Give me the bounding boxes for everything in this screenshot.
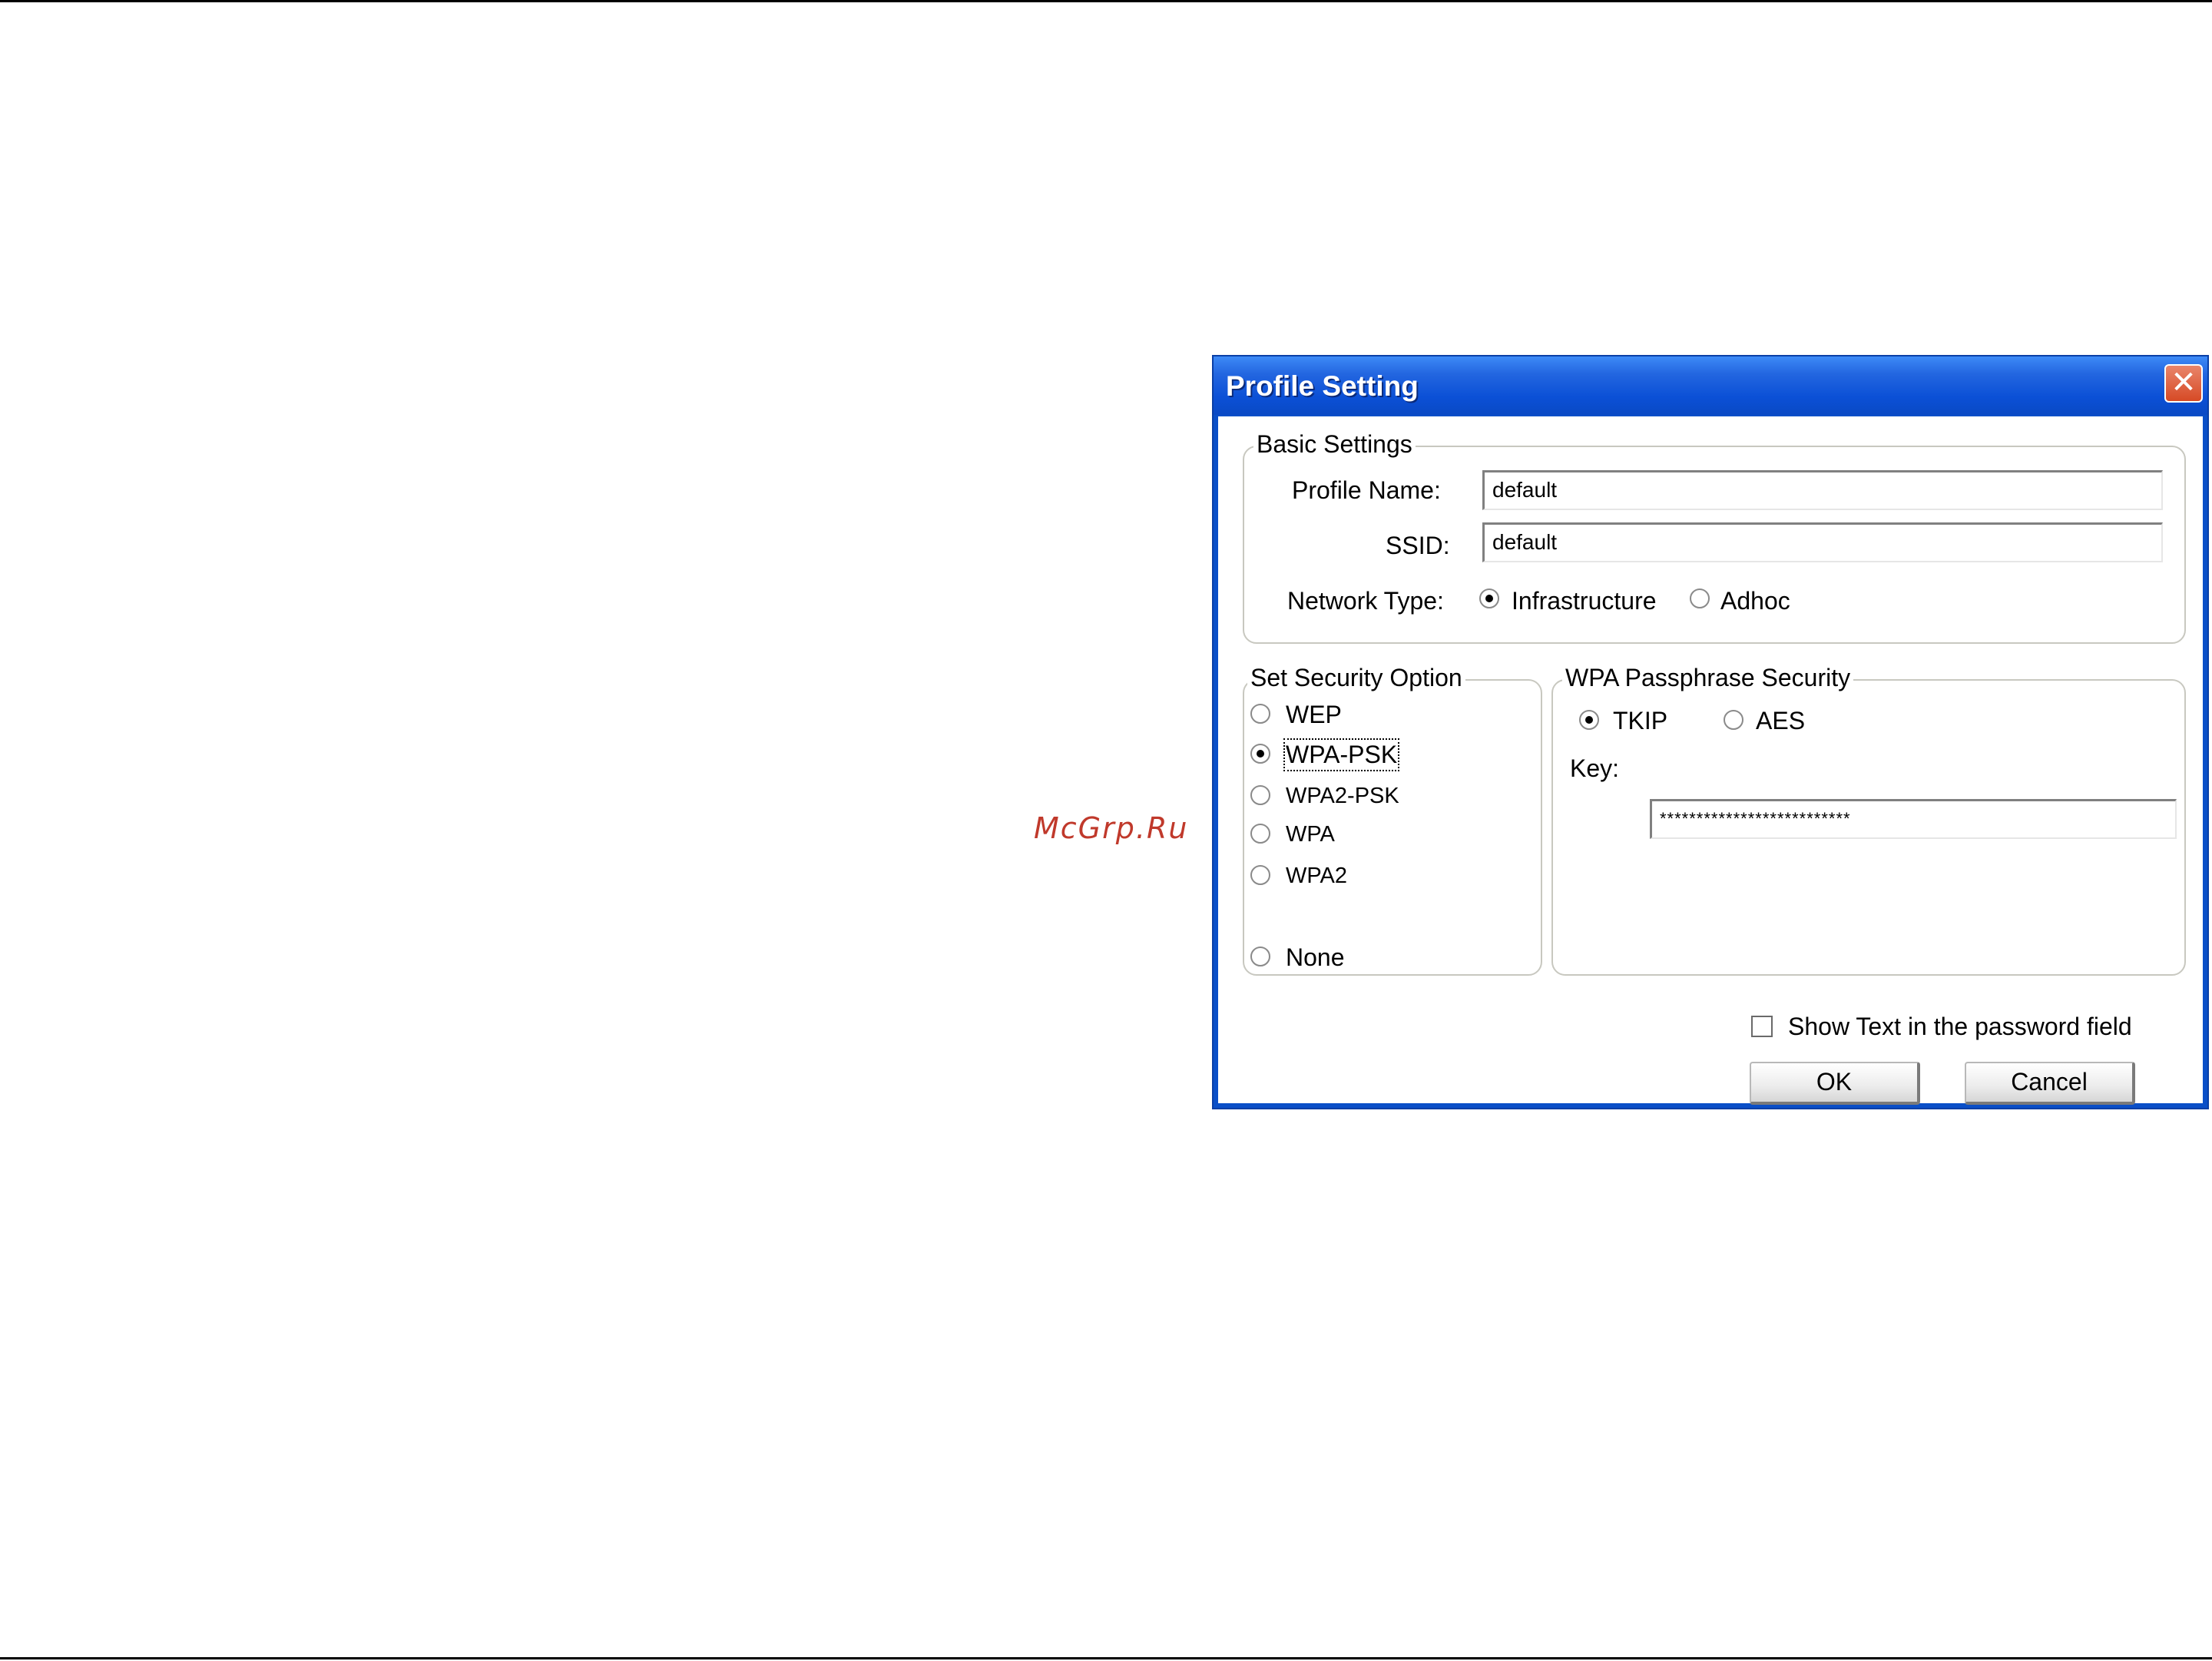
close-icon[interactable]: ✕ (2164, 364, 2203, 403)
wpa-passphrase-group: WPA Passphrase Security TKIP AES Key: **… (1551, 664, 2186, 976)
aes-radio[interactable] (1724, 710, 1743, 730)
profile-name-input[interactable]: default (1482, 470, 2163, 510)
wpa-label[interactable]: WPA (1286, 822, 1335, 847)
top-rule (0, 0, 2212, 2)
security-option-legend: Set Security Option (1247, 664, 1465, 692)
tkip-label[interactable]: TKIP (1613, 707, 1667, 735)
key-input[interactable]: ************************** (1650, 799, 2177, 839)
wpa2-psk-radio[interactable] (1250, 785, 1270, 805)
show-text-label[interactable]: Show Text in the password field (1788, 1013, 2132, 1041)
ssid-input[interactable]: default (1482, 522, 2163, 562)
adhoc-label[interactable]: Adhoc (1720, 587, 1790, 615)
security-option-group: Set Security Option WEP WPA-PSK WPA2-PSK… (1243, 664, 1542, 976)
none-radio[interactable] (1250, 947, 1270, 966)
aes-label[interactable]: AES (1756, 707, 1805, 735)
tkip-radio[interactable] (1579, 710, 1599, 730)
wpa2-label[interactable]: WPA2 (1286, 864, 1347, 889)
wep-radio[interactable] (1250, 704, 1270, 724)
infrastructure-label[interactable]: Infrastructure (1512, 587, 1657, 615)
dialog-title: Profile Setting (1226, 370, 1419, 402)
adhoc-radio[interactable] (1690, 588, 1710, 608)
none-label[interactable]: None (1286, 943, 1345, 972)
wpa2-radio[interactable] (1250, 865, 1270, 885)
infrastructure-radio[interactable] (1479, 588, 1499, 608)
wpa-psk-label[interactable]: WPA-PSK (1283, 738, 1400, 771)
dialog-body: Basic Settings Profile Name: default SSI… (1218, 416, 2203, 1105)
key-label: Key: (1570, 754, 1620, 782)
basic-settings-group: Basic Settings Profile Name: default SSI… (1243, 430, 2186, 644)
ok-button[interactable]: OK (1750, 1062, 1920, 1105)
show-text-checkbox[interactable] (1751, 1016, 1773, 1037)
wpa-psk-radio[interactable] (1250, 744, 1270, 764)
wpa-radio[interactable] (1250, 824, 1270, 844)
cancel-button[interactable]: Cancel (1965, 1062, 2135, 1105)
wep-label[interactable]: WEP (1286, 701, 1342, 729)
wpa-passphrase-legend: WPA Passphrase Security (1562, 664, 1854, 692)
watermark-text: McGrp.Ru (1034, 811, 1189, 845)
wpa2-psk-label[interactable]: WPA2-PSK (1286, 784, 1399, 809)
profile-name-label: Profile Name: (1292, 476, 1441, 504)
network-type-label: Network Type: (1287, 587, 1444, 615)
profile-setting-dialog: Profile Setting ✕ Basic Settings Profile… (1212, 355, 2209, 1109)
bottom-rule (0, 1657, 2212, 1659)
title-bar[interactable]: Profile Setting ✕ (1214, 356, 2207, 415)
ssid-label: SSID: (1386, 532, 1450, 559)
basic-settings-legend: Basic Settings (1253, 430, 1416, 459)
